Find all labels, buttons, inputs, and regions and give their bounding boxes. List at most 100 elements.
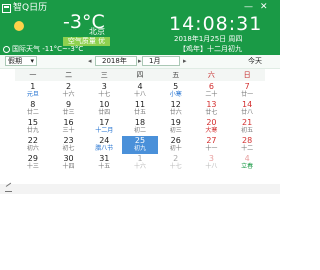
calendar-day-cell[interactable]: 29 十三	[15, 154, 51, 172]
calendar-day-cell[interactable]: 26 初十	[158, 136, 194, 154]
calendar-day-cell[interactable]: 28 十二	[229, 136, 265, 154]
day-number: 15	[27, 118, 38, 127]
title-bar: 智Q日历	[2, 2, 47, 14]
calendar-day-cell[interactable]: 14 廿八	[229, 100, 265, 118]
year-select[interactable]: 2018年	[95, 56, 137, 66]
day-lunar-label: 廿五	[133, 109, 146, 116]
day-lunar-label: 十五	[98, 163, 111, 170]
calendar-day-cell[interactable]: 3 十八	[194, 154, 230, 172]
day-lunar-label: 十八	[205, 163, 218, 170]
month-select[interactable]: 1月	[142, 56, 180, 66]
day-number: 17	[99, 118, 110, 127]
day-lunar-label: 十二月	[95, 127, 114, 134]
day-lunar-label: 腊八节	[95, 145, 114, 152]
city-name[interactable]: 北京	[89, 27, 105, 37]
day-number: 23	[63, 136, 74, 145]
calendar-day-cell[interactable]: 13 廿七	[194, 100, 230, 118]
day-number: 18	[134, 118, 146, 127]
calendar-window: 智Q日历 — ✕ -3°C 北京 空气质量 优 国际天气 -11°C~-3°C …	[0, 0, 280, 270]
calendar-day-cell[interactable]: 31 十五	[86, 154, 122, 172]
today-button[interactable]: 今天	[236, 56, 274, 66]
day-number: 5	[173, 82, 179, 91]
day-lunar-label: 元旦	[26, 91, 39, 98]
calendar-day-cell[interactable]: 4 十八	[122, 82, 158, 100]
day-lunar-label: 十七	[98, 91, 111, 98]
day-lunar-label: 廿四	[98, 109, 111, 116]
day-number: 2	[173, 154, 179, 163]
day-number: 7	[244, 82, 250, 91]
day-lunar-label: 初三	[169, 127, 182, 134]
day-lunar-label: 十三	[26, 163, 39, 170]
day-lunar-label: 三十	[62, 127, 75, 134]
weekday-label: 日	[243, 71, 251, 79]
calendar-day-cell[interactable]: 4 立春	[229, 154, 265, 172]
calendar-day-cell[interactable]: 18 初二	[122, 118, 158, 136]
calendar-day-cell[interactable]: 30 十四	[51, 154, 87, 172]
calendar-day-cell[interactable]: 1 元旦	[15, 82, 51, 100]
calendar-day-cell[interactable]: 11 廿五	[122, 100, 158, 118]
calendar-day-cell[interactable]: 2 十六	[51, 82, 87, 100]
calendar-day-cell[interactable]: 1 十六	[122, 154, 158, 172]
calendar-day-cell[interactable]: 27 十一	[194, 136, 230, 154]
calendar-day-cell[interactable]: 7 廿一	[229, 82, 265, 100]
day-lunar-label: 廿六	[169, 109, 182, 116]
app-icon	[2, 3, 11, 13]
calendar-day-cell[interactable]: 12 廿六	[158, 100, 194, 118]
close-button[interactable]: ✕	[260, 3, 268, 12]
international-weather[interactable]: 国际天气 -11°C~-3°C	[3, 45, 83, 54]
day-number: 4	[137, 82, 143, 91]
weekday-label: 五	[172, 71, 180, 79]
day-lunar-label: 廿九	[26, 127, 39, 134]
calendar-day-cell[interactable]: 2 十七	[158, 154, 194, 172]
next-month-arrow-icon[interactable]: ▸	[183, 56, 187, 66]
weekday-label: 四	[136, 71, 144, 79]
weekday-label: 一	[29, 71, 37, 79]
calendar-day-cell[interactable]: 19 初三	[158, 118, 194, 136]
day-lunar-label: 十八	[133, 91, 146, 98]
calendar-day-cell[interactable]: 3 十七	[86, 82, 122, 100]
calendar-day-cell[interactable]: 10 廿四	[86, 100, 122, 118]
calendar-day-cell[interactable]: 5 小寒	[158, 82, 194, 100]
calendar-day-cell[interactable]: 16 三十	[51, 118, 87, 136]
day-lunar-label: 初五	[241, 127, 254, 134]
bottom-bar	[0, 184, 280, 194]
calendar-day-cell[interactable]: 21 初五	[229, 118, 265, 136]
minimize-button[interactable]: —	[244, 3, 253, 12]
calendar-day-cell[interactable]: 24 腊八节	[86, 136, 122, 154]
calendar-day-cell[interactable]: 22 初六	[15, 136, 51, 154]
calendar-day-cell[interactable]: 17 十二月	[86, 118, 122, 136]
calendar-day-cell[interactable]: 9 廿三	[51, 100, 87, 118]
calendar-day-cell[interactable]: 6 二十	[194, 82, 230, 100]
calendar-day-cell[interactable]: 20 大寒	[194, 118, 230, 136]
day-number: 1	[137, 154, 143, 163]
day-number: 4	[244, 154, 250, 163]
day-number: 22	[27, 136, 38, 145]
day-lunar-label: 廿八	[241, 109, 254, 116]
day-number: 6	[208, 82, 214, 91]
day-lunar-label: 十二	[241, 145, 254, 152]
day-number: 19	[170, 118, 181, 127]
day-lunar-label: 初十	[169, 145, 182, 152]
day-lunar-label: 小寒	[169, 91, 182, 98]
pen-icon[interactable]	[5, 186, 12, 192]
next-year-arrow-icon[interactable]: ▸	[138, 56, 142, 66]
holiday-dropdown[interactable]: 假期 ▾	[5, 56, 37, 66]
calendar-day-cell[interactable]: 8 廿二	[15, 100, 51, 118]
day-lunar-label: 初七	[62, 145, 75, 152]
day-number: 21	[242, 118, 253, 127]
calendar-day-cell[interactable]: 23 初七	[51, 136, 87, 154]
day-number: 26	[170, 136, 181, 145]
day-number: 11	[134, 100, 146, 109]
day-lunar-label: 廿三	[62, 109, 75, 116]
day-number: 27	[206, 136, 217, 145]
clock-time: 14:08:31	[169, 13, 263, 35]
calendar-day-cell[interactable]: 25 初九	[122, 136, 158, 154]
calendar-day-cell[interactable]: 15 廿九	[15, 118, 51, 136]
year-value: 2018年	[102, 57, 127, 65]
holiday-label: 假期	[8, 57, 22, 65]
day-lunar-label: 二十	[205, 91, 218, 98]
day-lunar-label: 初九	[133, 145, 146, 152]
prev-year-arrow-icon[interactable]: ◂	[88, 56, 92, 66]
day-lunar-label: 初六	[26, 145, 39, 152]
day-number: 2	[66, 82, 72, 91]
